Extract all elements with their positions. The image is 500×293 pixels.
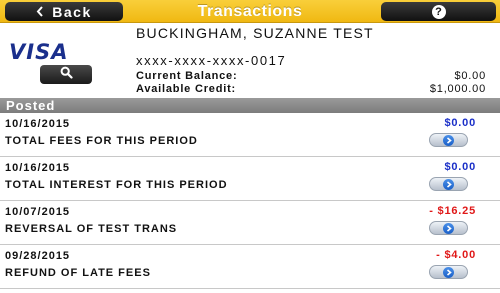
account-summary: VISA BUCKINGHAM, SUZANNE TEST xxxx-xxxx-… xyxy=(0,23,500,98)
current-balance-value: $0.00 xyxy=(454,70,486,82)
posted-section-header: Posted xyxy=(0,98,500,113)
chevron-right-icon xyxy=(443,134,454,146)
transaction-row[interactable]: 10/07/2015 REVERSAL OF TEST TRANS - $16.… xyxy=(0,201,500,245)
search-button[interactable] xyxy=(40,65,92,84)
transaction-amount: - $4.00 xyxy=(436,249,476,261)
transaction-description: TOTAL INTEREST FOR THIS PERIOD xyxy=(5,179,228,191)
magnifier-icon xyxy=(60,66,73,84)
transaction-row[interactable]: 10/16/2015 TOTAL INTEREST FOR THIS PERIO… xyxy=(0,157,500,201)
transaction-date: 10/07/2015 xyxy=(5,206,71,218)
transaction-detail-button[interactable] xyxy=(429,221,468,235)
current-balance-label: Current Balance: xyxy=(136,70,238,82)
page-title: Transactions xyxy=(197,3,303,20)
card-brand-logo: VISA xyxy=(9,39,113,65)
chevron-left-icon xyxy=(36,4,44,20)
transaction-row[interactable]: 09/28/2015 REFUND OF LATE FEES - $4.00 xyxy=(0,245,500,289)
transaction-date: 09/28/2015 xyxy=(5,250,71,262)
transaction-detail-button[interactable] xyxy=(429,177,468,191)
transaction-detail-button[interactable] xyxy=(429,265,468,279)
available-credit-value: $1,000.00 xyxy=(429,83,486,95)
top-navigation-bar: Back Transactions ? xyxy=(0,0,500,23)
transaction-amount: $0.00 xyxy=(444,117,476,129)
transaction-date: 10/16/2015 xyxy=(5,162,71,174)
transaction-detail-button[interactable] xyxy=(429,133,468,147)
transaction-description: REFUND OF LATE FEES xyxy=(5,267,151,279)
chevron-right-icon xyxy=(443,178,454,190)
question-mark-icon: ? xyxy=(431,4,446,19)
transaction-row[interactable]: 10/16/2015 TOTAL FEES FOR THIS PERIOD $0… xyxy=(0,113,500,157)
chevron-right-icon xyxy=(443,266,454,278)
available-credit-row: Available Credit: $1,000.00 xyxy=(136,83,486,96)
current-balance-row: Current Balance: $0.00 xyxy=(136,70,486,83)
transaction-amount: $0.00 xyxy=(444,161,476,173)
back-button-label: Back xyxy=(52,3,92,20)
available-credit-label: Available Credit: xyxy=(136,83,236,95)
chevron-right-icon xyxy=(443,222,454,234)
back-button[interactable]: Back xyxy=(5,2,123,21)
masked-card-number: xxxx-xxxx-xxxx-0017 xyxy=(136,53,287,68)
account-holder-name: BUCKINGHAM, SUZANNE TEST xyxy=(136,25,374,41)
transaction-description: REVERSAL OF TEST TRANS xyxy=(5,223,178,235)
transaction-date: 10/16/2015 xyxy=(5,118,71,130)
help-button[interactable]: ? xyxy=(381,2,496,21)
transaction-description: TOTAL FEES FOR THIS PERIOD xyxy=(5,135,198,147)
transaction-amount: - $16.25 xyxy=(429,205,476,217)
